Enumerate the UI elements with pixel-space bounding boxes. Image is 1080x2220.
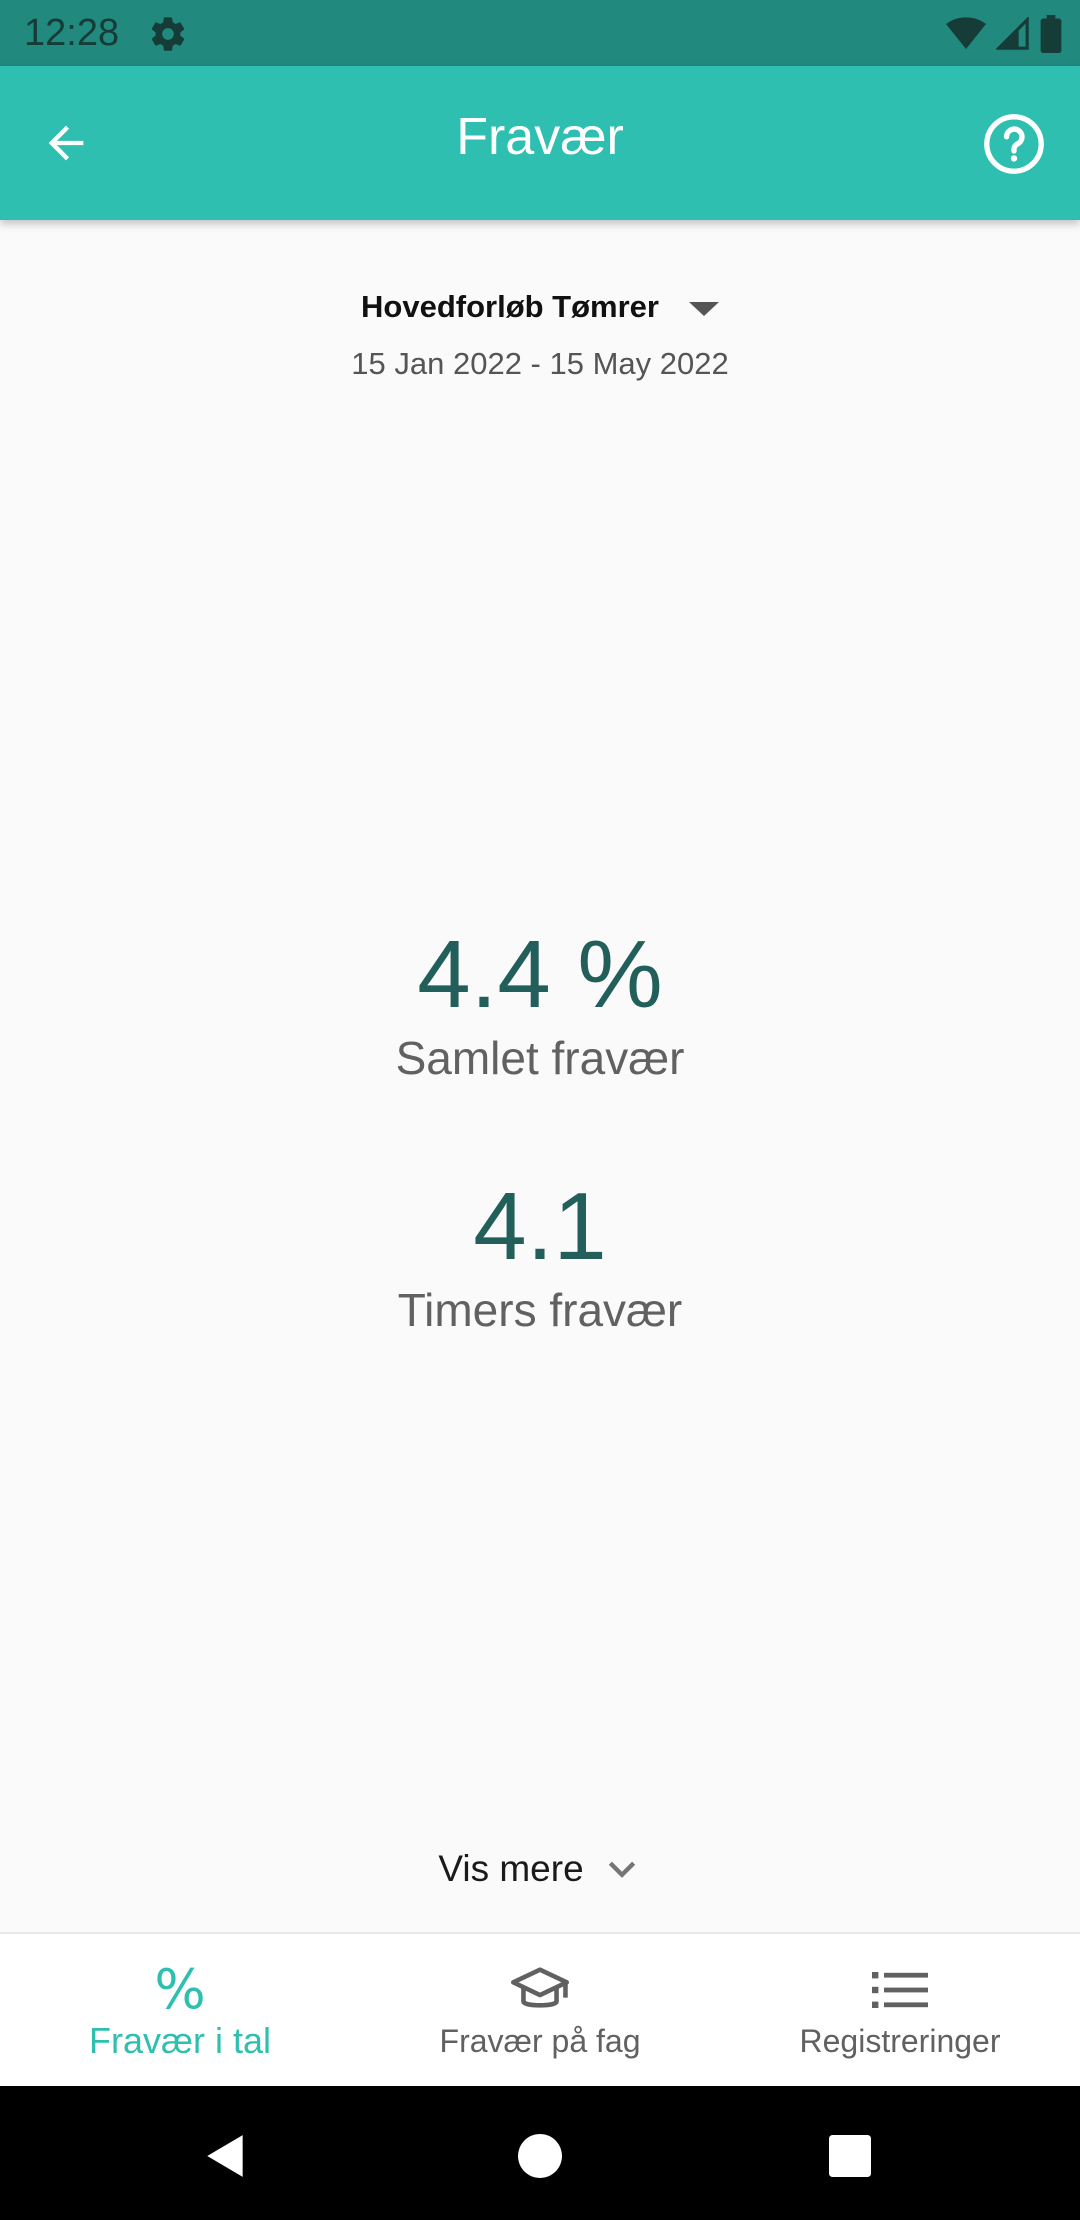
signal-icon xyxy=(996,17,1029,50)
help-circle-icon[interactable] xyxy=(982,112,1046,176)
system-recents-button[interactable] xyxy=(820,2126,880,2186)
tab-fravaer-paa-fag[interactable]: Fravær på fag xyxy=(360,1934,720,2088)
stat-label: Samlet fravær xyxy=(395,1032,685,1084)
show-more-area: Vis mere xyxy=(0,1848,1080,1890)
tab-label: Registreringer xyxy=(799,2023,1001,2059)
status-bar: 12:28 xyxy=(0,0,1080,66)
system-home-button[interactable] xyxy=(510,2126,570,2186)
period-dropdown[interactable]: Hovedforløb Tømrer xyxy=(361,280,719,334)
stat-value: 4.4 % xyxy=(417,921,663,1028)
chevron-down-icon xyxy=(608,1861,635,1878)
square-recents-icon xyxy=(829,2135,871,2177)
triangle-back-icon xyxy=(207,2135,243,2177)
period-dates: 15 Jan 2022 - 15 May 2022 xyxy=(351,346,729,381)
stat-total-absence: 4.4 % Samlet fravær xyxy=(0,920,1080,1086)
dropdown-arrow-icon xyxy=(688,302,719,316)
period-name: Hovedforløb Tømrer xyxy=(361,289,659,324)
screen: 12:28 Fravær Hovedforløb Tømrer 15 Jan 2… xyxy=(0,0,1080,2220)
system-back-button[interactable] xyxy=(196,2126,256,2186)
circle-home-icon xyxy=(518,2134,562,2178)
show-more-button[interactable]: Vis mere xyxy=(438,1848,641,1890)
period-selector: Hovedforløb Tømrer 15 Jan 2022 - 15 May … xyxy=(0,280,1080,386)
gear-icon xyxy=(151,17,185,51)
status-icons xyxy=(946,14,1062,54)
stat-value: 4.1 xyxy=(473,1173,607,1280)
show-more-label: Vis mere xyxy=(438,1848,584,1889)
stat-hours-absence: 4.1 Timers fravær xyxy=(0,1172,1080,1338)
tab-label: Fravær på fag xyxy=(439,2023,641,2059)
battery-icon xyxy=(1040,15,1062,53)
bottom-navigation: % Fravær i tal Fravær på fag Registrerin… xyxy=(0,1932,1080,2088)
graduation-cap-icon xyxy=(510,1967,570,2008)
tab-fravaer-i-tal[interactable]: % Fravær i tal xyxy=(0,1934,360,2088)
percent-icon: % xyxy=(154,1958,206,2021)
system-navigation-bar xyxy=(0,2086,1080,2220)
status-time: 12:28 xyxy=(24,12,120,54)
app-bar: Fravær xyxy=(0,66,1080,220)
list-icon xyxy=(872,1972,928,2008)
page-title: Fravær xyxy=(456,108,624,166)
wifi-icon xyxy=(946,17,986,49)
tab-label: Fravær i tal xyxy=(88,2020,272,2061)
tab-registreringer[interactable]: Registreringer xyxy=(720,1934,1080,2088)
stat-label: Timers fravær xyxy=(397,1284,683,1336)
